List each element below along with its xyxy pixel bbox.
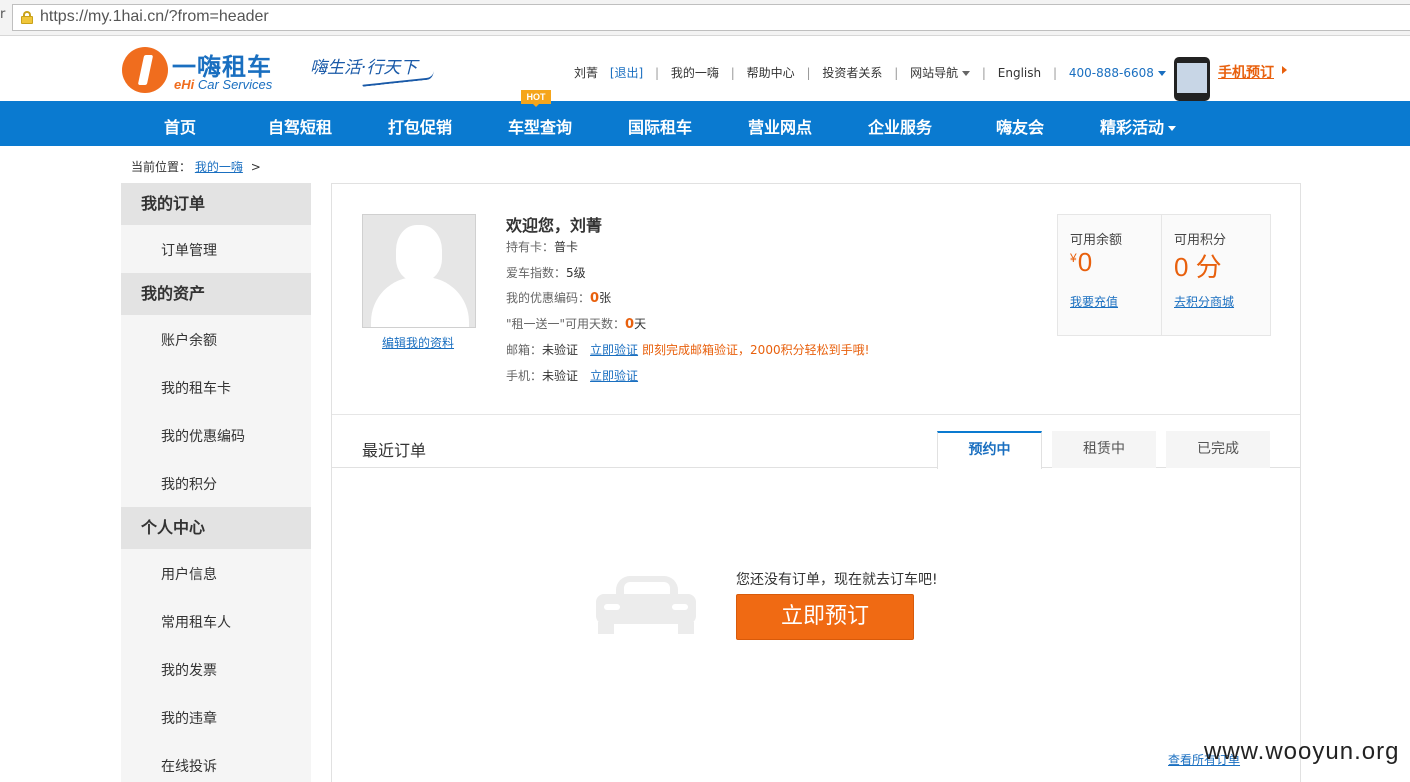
top-links: 刘菁 [退出] | 我的一嗨 | 帮助中心 | 投资者关系 | 网站导航 | E… xyxy=(574,64,1166,81)
free-days-info: "租一送一"可用天数：0天 xyxy=(506,317,647,332)
my-ehi-link[interactable]: 我的一嗨 xyxy=(671,64,719,81)
main-content: 编辑我的资料 欢迎您，刘菁 持有卡：普卡 爱车指数：5级 我的优惠编码：0张 "… xyxy=(331,183,1301,782)
logo-english-text: eHi Car Services xyxy=(174,77,273,92)
tab-reserved[interactable]: 预约中 xyxy=(937,431,1042,469)
nav-international[interactable]: 国际租车 xyxy=(628,114,692,138)
divider: | xyxy=(1052,66,1058,80)
divider: | xyxy=(655,66,660,80)
points-value: 0 分 xyxy=(1174,252,1222,282)
car-index-info: 爱车指数：5级 xyxy=(506,266,586,280)
hot-badge: HOT xyxy=(521,90,551,107)
email-promo-text: 即刻完成邮箱验证，2000积分轻松到手哦! xyxy=(642,343,870,357)
coupon-info: 我的优惠编码：0张 xyxy=(506,291,612,306)
recharge-link[interactable]: 我要充值 xyxy=(1070,293,1118,310)
email-verify-link[interactable]: 立即验证 xyxy=(590,343,638,357)
breadcrumb: 当前位置： 我的一嗨 > xyxy=(131,160,261,174)
welcome-title: 欢迎您，刘菁 xyxy=(506,216,603,235)
mobile-booking-link[interactable]: 手机预订 xyxy=(1218,62,1274,82)
chevron-down-icon xyxy=(1157,71,1166,76)
divider: | xyxy=(981,66,986,80)
logo-mark-icon xyxy=(122,47,168,93)
user-name: 刘菁 xyxy=(574,66,599,80)
sidebar-item-balance[interactable]: 账户余额 xyxy=(161,330,217,350)
divider xyxy=(332,414,1300,415)
nav-home[interactable]: 首页 xyxy=(164,114,196,138)
balance-label: 可用余额 xyxy=(1070,233,1123,248)
sidebar-item-rental-card[interactable]: 我的租车卡 xyxy=(161,378,231,398)
watermark: www.wooyun.org xyxy=(1204,738,1400,765)
divider: | xyxy=(806,66,811,80)
mobile-verify-link[interactable]: 立即验证 xyxy=(590,369,638,383)
sidebar-group-orders: 我的订单 xyxy=(121,183,311,225)
nav-car-models[interactable]: 车型查询 xyxy=(508,114,572,138)
recent-orders-title: 最近订单 xyxy=(362,441,427,460)
balance-value: ¥0 xyxy=(1070,247,1093,277)
divider: | xyxy=(894,66,899,80)
divider: | xyxy=(730,66,735,80)
mobile-info: 手机：未验证 立即验证 xyxy=(506,369,639,383)
points-mall-link[interactable]: 去积分商城 xyxy=(1174,293,1234,310)
sidebar-item-frequent-renters[interactable]: 常用租车人 xyxy=(161,612,231,632)
sidebar-group-assets: 我的资产 xyxy=(121,273,311,315)
chevron-right-icon xyxy=(1282,66,1287,74)
tab-renting[interactable]: 租赁中 xyxy=(1052,431,1156,468)
url-field[interactable]: https://my.1hai.cn/?from=header xyxy=(12,4,1410,31)
help-center-link[interactable]: 帮助中心 xyxy=(747,64,795,81)
browser-address-bar: r https://my.1hai.cn/?from=header xyxy=(0,0,1410,36)
sidebar-item-order-management[interactable]: 订单管理 xyxy=(161,240,217,260)
card-info: 持有卡：普卡 xyxy=(506,240,579,254)
site-nav-dropdown[interactable]: 网站导航 xyxy=(910,64,971,81)
site-header: 一嗨租车 eHi Car Services 嗨生活·行天下 刘菁 [退出] | … xyxy=(0,37,1410,101)
mobile-phone-icon[interactable] xyxy=(1172,57,1214,101)
car-icon xyxy=(596,576,696,642)
url-text: https://my.1hai.cn/?from=header xyxy=(40,8,269,25)
nav-activities[interactable]: 精彩活动 xyxy=(1100,114,1177,138)
empty-orders-text: 您还没有订单，现在就去订车吧! xyxy=(736,572,938,588)
main-nav: 首页 自驾短租 打包促销 车型查询 国际租车 营业网点 企业服务 嗨友会 精彩活… xyxy=(0,101,1410,146)
hotline-dropdown[interactable]: 400-888-6608 xyxy=(1069,66,1166,80)
nav-friends-club[interactable]: 嗨友会 xyxy=(996,114,1044,138)
english-link[interactable]: English xyxy=(998,66,1041,80)
nav-self-drive[interactable]: 自驾短租 xyxy=(268,114,332,138)
sidebar-item-coupon[interactable]: 我的优惠编码 xyxy=(161,426,245,446)
logout-link[interactable]: [退出] xyxy=(610,64,643,81)
lock-icon[interactable] xyxy=(21,11,33,24)
book-now-button[interactable]: 立即预订 xyxy=(736,594,914,640)
investor-relations-link[interactable]: 投资者关系 xyxy=(822,64,882,81)
edit-profile-link[interactable]: 编辑我的资料 xyxy=(382,334,454,351)
email-info: 邮箱：未验证 立即验证 即刻完成邮箱验证，2000积分轻松到手哦! xyxy=(506,343,870,357)
sidebar-item-user-info[interactable]: 用户信息 xyxy=(161,564,217,584)
tab-edge-mark: r xyxy=(0,7,6,22)
nav-enterprise[interactable]: 企业服务 xyxy=(868,114,932,138)
tab-completed[interactable]: 已完成 xyxy=(1166,431,1270,468)
sidebar-item-complaints[interactable]: 在线投诉 xyxy=(161,756,217,776)
sidebar-item-violations[interactable]: 我的违章 xyxy=(161,708,217,728)
avatar-placeholder-icon xyxy=(396,225,442,281)
avatar[interactable] xyxy=(362,214,476,328)
nav-stores[interactable]: 营业网点 xyxy=(748,114,812,138)
ehi-logo[interactable]: 一嗨租车 eHi Car Services xyxy=(122,45,292,95)
sidebar: 我的订单 订单管理 我的资产 账户余额 我的租车卡 我的优惠编码 我的积分 个人… xyxy=(121,183,311,782)
points-label: 可用积分 xyxy=(1174,233,1227,248)
chevron-down-icon xyxy=(1168,126,1177,131)
chevron-down-icon xyxy=(962,71,971,76)
sidebar-group-personal: 个人中心 xyxy=(121,507,311,549)
sidebar-item-points[interactable]: 我的积分 xyxy=(161,474,217,494)
breadcrumb-my-ehi[interactable]: 我的一嗨 xyxy=(195,160,243,174)
sidebar-item-invoices[interactable]: 我的发票 xyxy=(161,660,217,680)
nav-packages[interactable]: 打包促销 xyxy=(388,114,452,138)
balance-box: 可用余额 ¥0 我要充值 可用积分 0 分 去积分商城 xyxy=(1057,214,1271,336)
